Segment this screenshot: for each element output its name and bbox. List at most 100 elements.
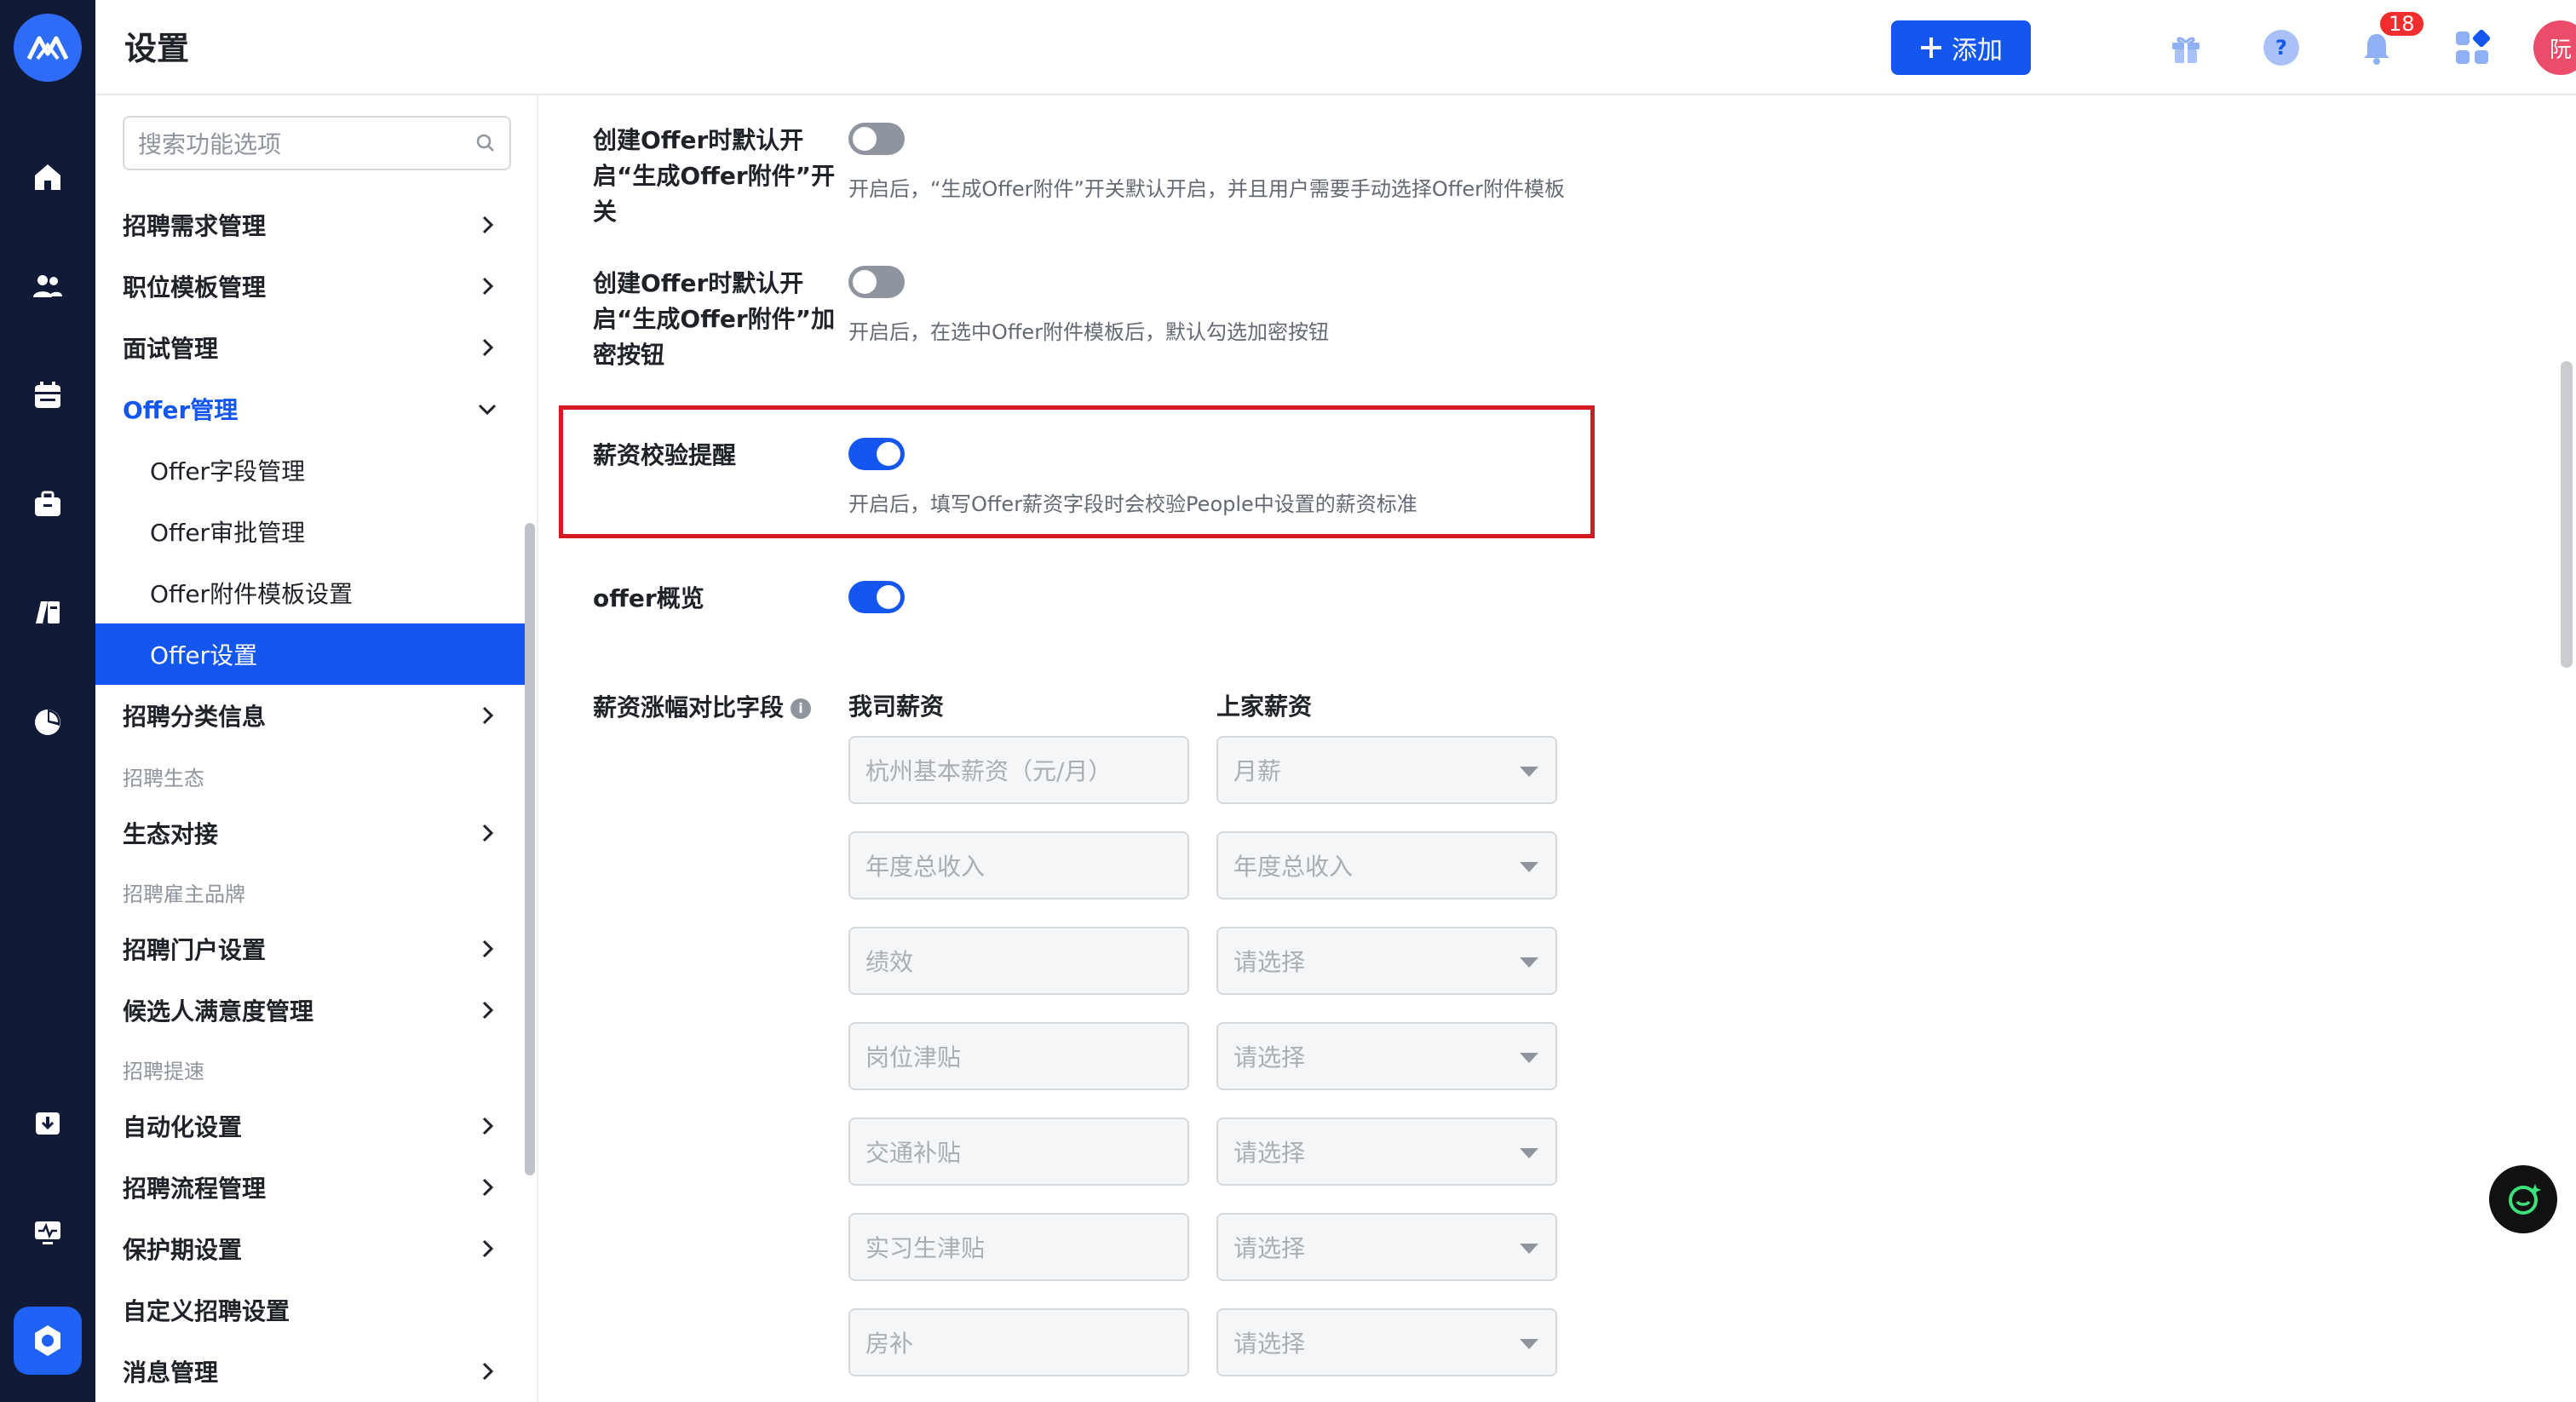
chevron-right-icon: [482, 338, 494, 357]
sidebar-item-message[interactable]: 消息管理: [95, 1341, 525, 1402]
chevron-right-icon: [482, 939, 494, 958]
book-icon[interactable]: [22, 588, 73, 639]
our-salary-field[interactable]: 实习生津贴: [848, 1213, 1189, 1281]
sidebar-item-interview[interactable]: 面试管理: [95, 317, 525, 378]
sidebar-item-job-template[interactable]: 职位模板管理: [95, 256, 525, 317]
settings-content: 创建Offer时默认开启“生成Offer附件”开关 开启后，“生成Offer附件…: [540, 97, 2576, 1402]
sidebar-item-label: Offer管理: [123, 396, 239, 424]
briefcase-icon[interactable]: [22, 479, 73, 530]
select-value: 请选择: [1233, 1330, 1306, 1358]
sidebar-item-offer-attachment[interactable]: Offer附件模板设置: [95, 562, 525, 623]
our-salary-header: 我司薪资: [848, 692, 945, 721]
sidebar-scrollbar[interactable]: [525, 523, 535, 1175]
top-header: 设置 添加 ? 18 阮: [95, 0, 2576, 95]
app-logo-icon[interactable]: [14, 14, 82, 82]
salary-compare-label-text: 薪资涨幅对比字段: [593, 693, 785, 721]
svg-text:?: ?: [2275, 36, 2287, 60]
user-avatar[interactable]: 阮: [2533, 20, 2576, 75]
toggle-salary-check[interactable]: [848, 438, 905, 470]
content-scrollbar[interactable]: [2561, 361, 2573, 668]
search-icon: [476, 134, 494, 152]
sidebar-item-portal[interactable]: 招聘门户设置: [95, 918, 525, 980]
sidebar-item-process[interactable]: 招聘流程管理: [95, 1157, 525, 1218]
search-placeholder: 搜索功能选项: [138, 130, 282, 158]
plus-icon: [1921, 37, 1941, 58]
search-input[interactable]: 搜索功能选项: [123, 116, 511, 170]
select-value: 请选择: [1233, 1234, 1306, 1262]
chevron-down-icon: [478, 404, 497, 416]
sidebar-group-speedup: 招聘提速: [123, 1060, 204, 1083]
setting-label: 薪资校验提醒: [593, 441, 737, 469]
page-title: 设置: [124, 30, 190, 67]
setting-label: 创建Offer时默认开启“生成Offer附件”开关: [593, 126, 836, 226]
our-salary-field[interactable]: 绩效: [848, 927, 1189, 995]
select-value: 请选择: [1233, 1139, 1306, 1167]
sidebar-item-offer-settings[interactable]: Offer设置: [95, 623, 525, 685]
toggle-offer-overview[interactable]: [848, 581, 905, 613]
sidebar-item-label: 自定义招聘设置: [123, 1297, 290, 1325]
sidebar-item-protection[interactable]: 保护期设置: [95, 1218, 525, 1279]
apps-grid-icon[interactable]: [2447, 22, 2498, 73]
home-icon[interactable]: [22, 152, 73, 203]
settings-icon[interactable]: [14, 1307, 82, 1375]
help-icon[interactable]: ?: [2256, 22, 2307, 73]
gift-icon[interactable]: [2160, 22, 2211, 73]
prev-salary-select[interactable]: 请选择: [1216, 927, 1557, 995]
toggle-default-attachment[interactable]: [848, 123, 905, 155]
prev-salary-select[interactable]: 月薪: [1216, 736, 1557, 804]
sidebar-item-offer[interactable]: Offer管理: [95, 378, 525, 440]
sidebar-item-label: 招聘需求管理: [123, 212, 267, 240]
sidebar-item-label: 面试管理: [123, 335, 219, 363]
sidebar-item-label: 保护期设置: [123, 1236, 243, 1264]
info-icon[interactable]: i: [791, 698, 812, 719]
caret-down-icon: [1520, 1244, 1538, 1254]
sidebar-item-label: 生态对接: [123, 820, 219, 848]
chevron-right-icon: [482, 1001, 494, 1020]
ai-assistant-button[interactable]: [2489, 1165, 2557, 1233]
add-button-label: 添加: [1952, 36, 2003, 66]
select-value: 请选择: [1233, 1043, 1306, 1072]
prev-salary-select[interactable]: 年度总收入: [1216, 831, 1557, 899]
sidebar-item-label: 招聘门户设置: [123, 936, 267, 964]
our-salary-field[interactable]: 年度总收入: [848, 831, 1189, 899]
people-icon[interactable]: [22, 261, 73, 312]
chevron-right-icon: [482, 277, 494, 296]
prev-salary-select[interactable]: 请选择: [1216, 1308, 1557, 1376]
sidebar-item-recruit-demand[interactable]: 招聘需求管理: [95, 194, 525, 256]
our-salary-field[interactable]: 岗位津贴: [848, 1022, 1189, 1090]
sidebar-item-recruit-category[interactable]: 招聘分类信息: [95, 685, 525, 746]
assistant-icon: [2509, 1184, 2541, 1215]
chevron-right-icon: [482, 1362, 494, 1381]
our-salary-field[interactable]: 交通补贴: [848, 1118, 1189, 1186]
monitor-icon[interactable]: [22, 1206, 73, 1257]
sidebar-item-label: 自动化设置: [123, 1113, 243, 1141]
chevron-right-icon: [482, 1178, 494, 1197]
setting-label: 创建Offer时默认开启“生成Offer附件”加密按钮: [593, 269, 836, 369]
select-value: 年度总收入: [1233, 853, 1354, 881]
prev-salary-select[interactable]: 请选择: [1216, 1118, 1557, 1186]
sidebar-item-offer-approval[interactable]: Offer审批管理: [95, 501, 525, 562]
sidebar-item-eco-integration[interactable]: 生态对接: [95, 802, 525, 864]
sidebar-group-employer-brand: 招聘雇主品牌: [123, 882, 245, 906]
our-salary-field[interactable]: 杭州基本薪资（元/月）: [848, 736, 1189, 804]
pie-chart-icon[interactable]: [22, 697, 73, 748]
add-button[interactable]: 添加: [1891, 20, 2031, 75]
setting-label: offer概览: [593, 584, 704, 612]
select-value: 月薪: [1233, 757, 1282, 785]
settings-sidebar: 搜索功能选项 招聘需求管理 职位模板管理 面试管理 Offer管理 Offer字…: [95, 95, 538, 1402]
toggle-default-encrypt[interactable]: [848, 266, 905, 298]
caret-down-icon: [1520, 1148, 1538, 1158]
sidebar-item-custom[interactable]: 自定义招聘设置: [95, 1279, 525, 1341]
archive-icon[interactable]: [22, 1097, 73, 1148]
prev-salary-select[interactable]: 请选择: [1216, 1213, 1557, 1281]
sidebar-group-ecosystem: 招聘生态: [123, 767, 204, 790]
sidebar-item-automation[interactable]: 自动化设置: [95, 1095, 525, 1157]
sidebar-item-offer-fields[interactable]: Offer字段管理: [95, 440, 525, 501]
setting-desc: 开启后，“生成Offer附件”开关默认开启，并且用户需要手动选择Offer附件模…: [848, 177, 1565, 201]
our-salary-field[interactable]: 房补: [848, 1308, 1189, 1376]
salary-compare-label: 薪资涨幅对比字段 i: [593, 690, 865, 726]
prev-salary-select[interactable]: 请选择: [1216, 1022, 1557, 1090]
sidebar-item-label: 职位模板管理: [123, 273, 267, 302]
sidebar-item-satisfaction[interactable]: 候选人满意度管理: [95, 980, 525, 1041]
calendar-icon[interactable]: [22, 370, 73, 421]
